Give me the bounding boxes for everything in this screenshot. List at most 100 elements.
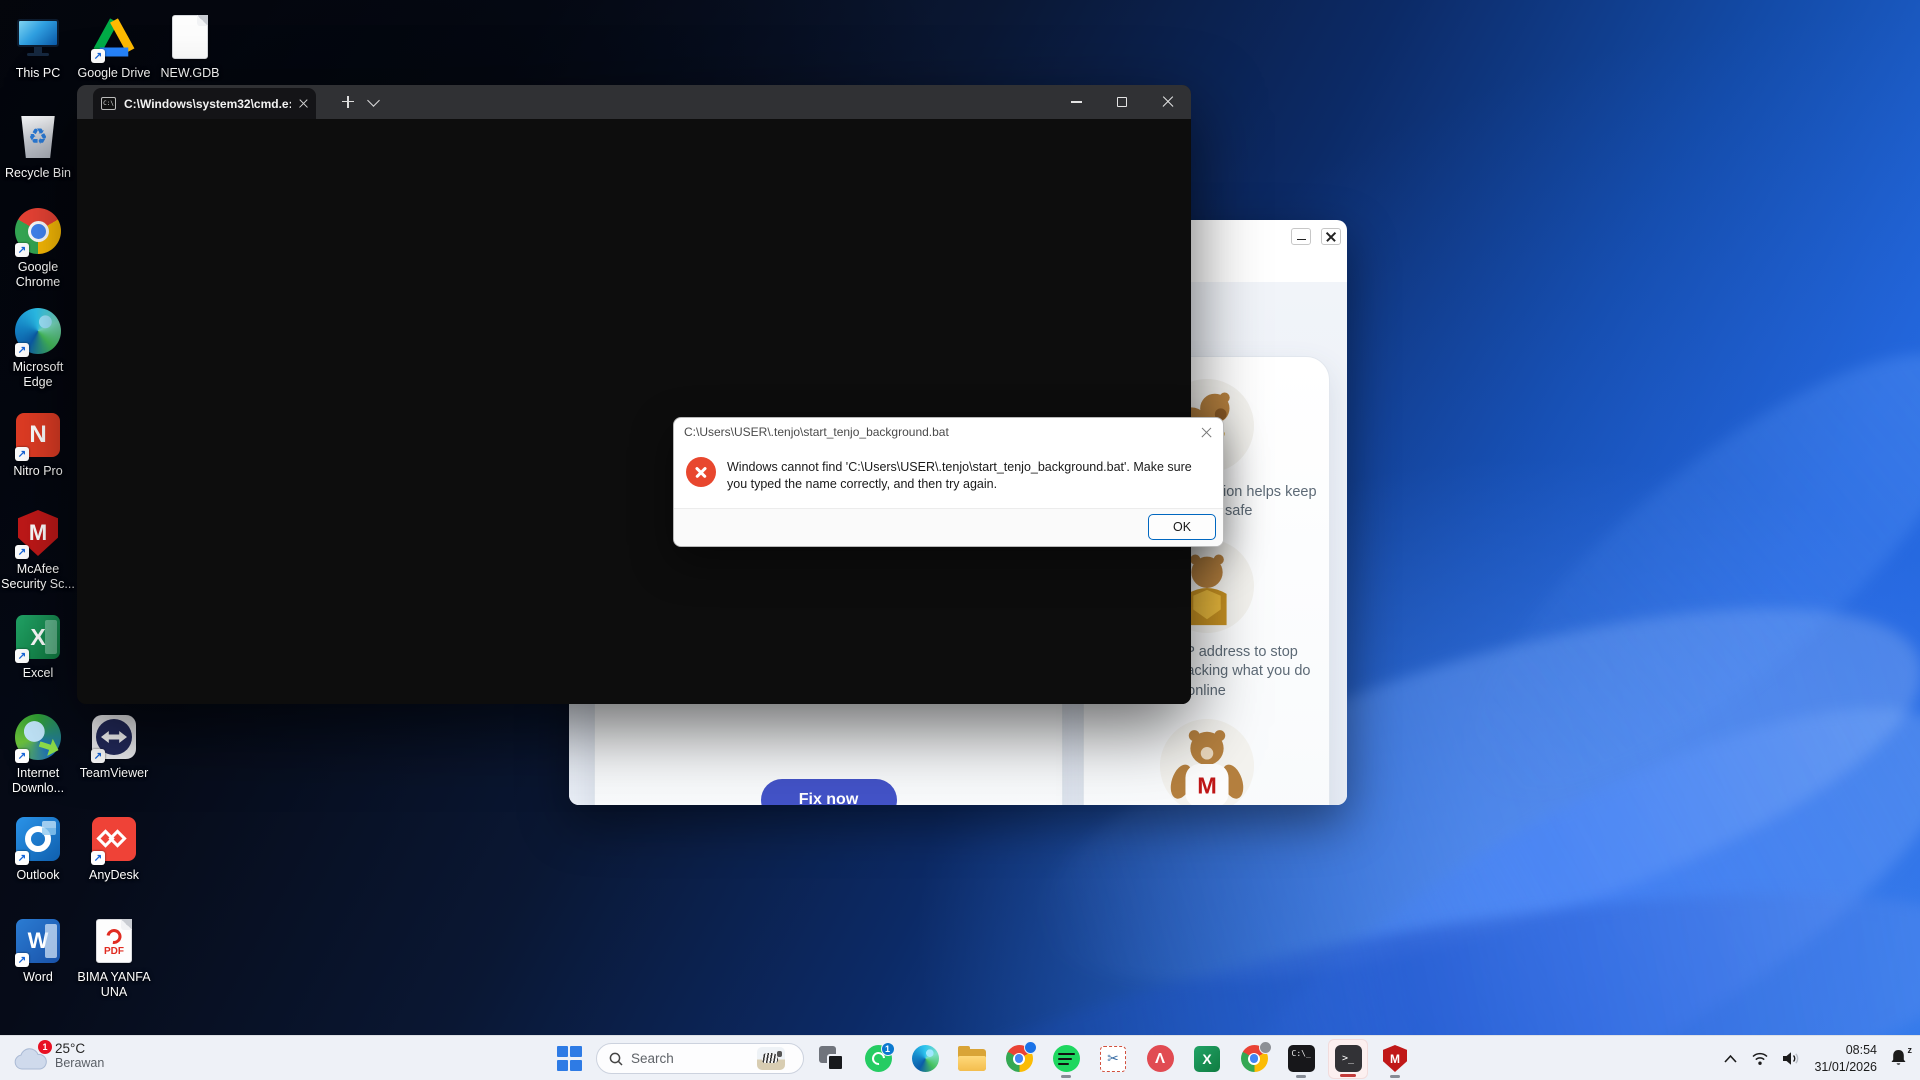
- desktop-icon-label: Google Chrome: [0, 260, 76, 290]
- windows-logo-icon: [557, 1046, 582, 1071]
- shortcut-arrow-icon: [91, 749, 105, 763]
- outlook-icon: [13, 814, 63, 864]
- shortcut-arrow-icon: [15, 447, 29, 461]
- taskbar-excel[interactable]: X: [1187, 1039, 1227, 1079]
- start-button[interactable]: [549, 1039, 589, 1079]
- taskbar-whatsapp[interactable]: 1: [858, 1039, 898, 1079]
- taskbar: 1 25°C Berawan: [0, 1035, 1920, 1080]
- shortcut-arrow-icon: [15, 649, 29, 663]
- desktop-icon-google-chrome[interactable]: Google Chrome: [0, 206, 76, 290]
- taskbar-red-circle-app[interactable]: Λ: [1140, 1039, 1180, 1079]
- desktop-icon-nitro-pro[interactable]: N Nitro Pro: [0, 410, 76, 479]
- search-input[interactable]: [631, 1051, 749, 1066]
- desktop-icon-microsoft-edge[interactable]: Microsoft Edge: [0, 306, 76, 390]
- snipping-tool-icon: ✂: [1100, 1046, 1126, 1072]
- volume-icon[interactable]: [1782, 1051, 1801, 1066]
- error-message: Windows cannot find 'C:\Users\USER\.tenj…: [727, 459, 1197, 493]
- tray-chevron-up-icon[interactable]: [1723, 1054, 1738, 1064]
- desktop-icon-this-pc[interactable]: This PC: [0, 12, 76, 81]
- search-icon: [609, 1052, 623, 1066]
- desktop-icon-mcafee[interactable]: M McAfee Security Sc...: [0, 508, 76, 592]
- maximize-icon: [1117, 97, 1127, 107]
- shortcut-arrow-icon: [91, 851, 105, 865]
- tab-close-icon[interactable]: [299, 99, 308, 108]
- error-dialog-title: C:\Users\USER\.tenjo\start_tenjo_backgro…: [684, 425, 949, 439]
- taskbar-terminal-active[interactable]: >_: [1328, 1039, 1368, 1079]
- ok-button[interactable]: OK: [1148, 514, 1216, 540]
- chrome-icon: [13, 206, 63, 256]
- mcafee-shield-icon: M: [13, 508, 63, 558]
- desktop-icon-bima-pdf[interactable]: PDF BIMA YANFA UNA: [76, 916, 152, 1000]
- google-drive-icon: [89, 12, 139, 62]
- taskbar-search[interactable]: [596, 1043, 804, 1074]
- desktop-icon-label: Nitro Pro: [13, 464, 62, 479]
- chrome-badge: [1024, 1041, 1037, 1054]
- dialog-close-icon[interactable]: [1201, 427, 1212, 438]
- desktop-icon-idm[interactable]: Internet Downlo...: [0, 712, 76, 796]
- desktop-icon-teamviewer[interactable]: TeamViewer: [76, 712, 152, 781]
- desktop-icon-google-drive[interactable]: Google Drive: [76, 12, 152, 81]
- taskbar-spotify[interactable]: [1046, 1039, 1086, 1079]
- taskbar-cmd[interactable]: C:\_: [1281, 1039, 1321, 1079]
- terminal-tab[interactable]: C:\ C:\Windows\system32\cmd.e:: [93, 88, 316, 119]
- desktop-icon-label: NEW.GDB: [160, 66, 219, 81]
- excel-icon: X: [1194, 1046, 1220, 1072]
- minimize-icon: [1071, 101, 1082, 102]
- desktop-icon-label: Excel: [23, 666, 54, 681]
- running-indicator: [1061, 1075, 1071, 1078]
- terminal-minimize-button[interactable]: [1053, 85, 1099, 119]
- mcafee-close-button[interactable]: [1321, 228, 1341, 245]
- taskbar-mcafee[interactable]: M: [1375, 1039, 1415, 1079]
- shortcut-arrow-icon: [15, 343, 29, 357]
- terminal-titlebar[interactable]: C:\ C:\Windows\system32\cmd.e:: [77, 85, 1191, 119]
- active-running-indicator: [1340, 1074, 1356, 1077]
- shortcut-arrow-icon: [15, 953, 29, 967]
- tab-dropdown-icon[interactable]: [367, 94, 380, 107]
- desktop-icon-recycle-bin[interactable]: ♻ Recycle Bin: [0, 112, 76, 181]
- shortcut-arrow-icon: [91, 49, 105, 63]
- weather-widget[interactable]: 1 25°C Berawan: [14, 1039, 104, 1071]
- red-circle-app-icon: Λ: [1147, 1045, 1174, 1072]
- desktop-icon-anydesk[interactable]: AnyDesk: [76, 814, 152, 883]
- running-indicator: [1296, 1075, 1306, 1078]
- notification-bell-icon[interactable]: z: [1890, 1048, 1910, 1070]
- taskbar-edge[interactable]: [905, 1039, 945, 1079]
- mcafee-minimize-button[interactable]: [1291, 228, 1311, 245]
- desktop-icon-outlook[interactable]: Outlook: [0, 814, 76, 883]
- word-icon: W: [13, 916, 63, 966]
- search-daily-image-zebra: [757, 1047, 785, 1070]
- shortcut-arrow-icon: [15, 851, 29, 865]
- command-prompt-icon: C:\_: [1288, 1045, 1315, 1072]
- idm-icon: [13, 712, 63, 762]
- desktop-icon-label: AnyDesk: [89, 868, 139, 883]
- new-tab-button[interactable]: [339, 93, 357, 111]
- taskbar-snipping-tool[interactable]: ✂: [1093, 1039, 1133, 1079]
- terminal-screen[interactable]: [77, 119, 1191, 704]
- terminal-close-button[interactable]: [1145, 85, 1191, 119]
- taskbar-file-explorer[interactable]: [952, 1039, 992, 1079]
- chrome-icon: [1006, 1045, 1033, 1072]
- taskbar-chrome[interactable]: [999, 1039, 1039, 1079]
- wifi-icon[interactable]: [1751, 1051, 1769, 1066]
- weather-condition: Berawan: [55, 1056, 104, 1070]
- close-icon: [1162, 96, 1174, 108]
- shortcut-arrow-icon: [15, 749, 29, 763]
- desktop-icon-label: BIMA YANFA UNA: [76, 970, 152, 1000]
- desktop-icon-label: Word: [23, 970, 53, 985]
- tray-clock[interactable]: 08:54 31/01/2026: [1814, 1042, 1877, 1075]
- taskbar-chrome-2[interactable]: [1234, 1039, 1274, 1079]
- desktop-icon-label: This PC: [16, 66, 60, 81]
- chrome-settings-badge: [1259, 1041, 1272, 1054]
- desktop-icon-excel[interactable]: X Excel: [0, 612, 76, 681]
- teamviewer-icon: [89, 712, 139, 762]
- task-view-button[interactable]: [811, 1039, 851, 1079]
- desktop-icon-new-gdb[interactable]: NEW.GDB: [152, 12, 228, 81]
- close-icon: [1326, 232, 1336, 242]
- dialog-footer: OK: [674, 508, 1223, 546]
- fix-now-button[interactable]: Fix now: [761, 779, 897, 805]
- recycle-bin-icon: ♻: [13, 112, 63, 162]
- desktop-icon-label: Recycle Bin: [5, 166, 71, 181]
- desktop-icon-word[interactable]: W Word: [0, 916, 76, 985]
- terminal-maximize-button[interactable]: [1099, 85, 1145, 119]
- error-icon: [686, 457, 716, 487]
